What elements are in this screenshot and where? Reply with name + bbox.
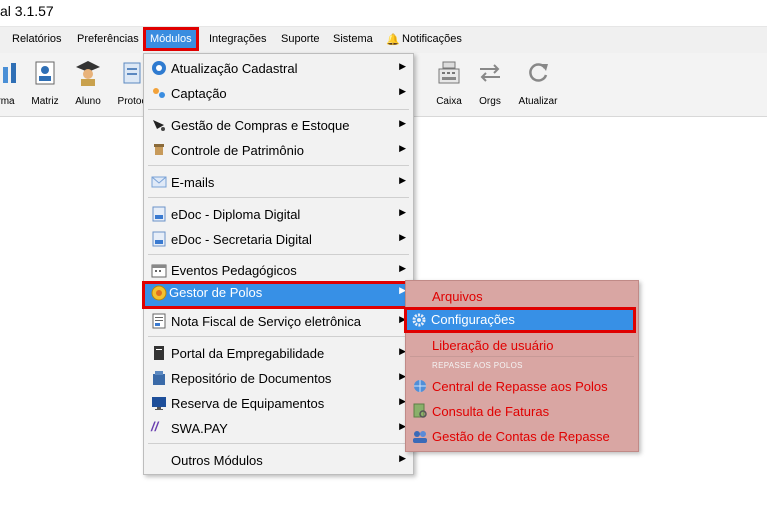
menu-preferencias[interactable]: Preferências <box>77 33 139 45</box>
menu-item-reserva-equipamentos[interactable]: Reserva de Equipamentos ▶ <box>144 392 413 414</box>
gestor-polos-submenu: Arquivos Configurações Liberação de usuá… <box>404 280 639 452</box>
transfer-arrows-icon <box>480 64 500 82</box>
submenu-item-consulta-faturas[interactable]: Consulta de Faturas <box>406 399 638 421</box>
submenu-item-liberacao-usuario[interactable]: Liberação de usuário <box>406 333 638 355</box>
submenu-item-configuracoes[interactable]: Configurações <box>404 307 636 333</box>
swapay-icon: // <box>151 419 159 434</box>
menu-notificacoes[interactable]: Notificações <box>402 33 462 45</box>
window-title: al 3.1.57 <box>0 3 54 19</box>
menu-separator <box>410 356 634 357</box>
menu-separator <box>148 443 409 444</box>
gestor-polos-icon <box>151 285 167 301</box>
profile-update-icon <box>152 61 166 75</box>
invoice-search-icon <box>413 403 427 418</box>
chart-icon <box>3 63 16 83</box>
chevron-right-icon: ▶ <box>399 453 406 463</box>
invoice-icon <box>152 313 166 329</box>
globe-icon <box>414 380 426 392</box>
menu-separator <box>148 254 409 255</box>
toolbar-orgs-button[interactable]: Orgs <box>468 59 512 107</box>
menu-item-swa-pay[interactable]: // SWA.PAY ▶ <box>144 417 413 439</box>
purchase-icon <box>153 120 165 131</box>
menu-separator <box>148 165 409 166</box>
menu-sistema[interactable]: Sistema <box>333 33 373 45</box>
users-icon <box>413 431 427 443</box>
menu-item-gestao-compras[interactable]: Gestão de Compras e Estoque ▶ <box>144 114 413 136</box>
chevron-right-icon: ▶ <box>399 263 406 273</box>
gear-icon <box>412 313 426 327</box>
chevron-right-icon: ▶ <box>399 86 406 96</box>
chevron-right-icon: ▶ <box>399 143 406 153</box>
menu-item-edoc-diploma[interactable]: eDoc - Diploma Digital ▶ <box>144 203 413 225</box>
menu-item-edoc-secretaria[interactable]: eDoc - Secretaria Digital ▶ <box>144 228 413 250</box>
monitor-icon <box>152 397 166 410</box>
capture-icon <box>153 88 165 98</box>
toolbar-atualizar-button[interactable]: Atualizar <box>516 59 560 107</box>
email-icon <box>151 176 167 188</box>
cash-register-icon <box>438 61 460 84</box>
menu-item-repositorio-documentos[interactable]: Repositório de Documentos ▶ <box>144 367 413 389</box>
protocol-icon <box>123 62 141 84</box>
refresh-icon <box>529 63 548 82</box>
menu-modulos[interactable]: Módulos <box>143 27 199 51</box>
menu-separator <box>148 197 409 198</box>
menu-bar: Relatórios Preferências Módulos Integraç… <box>0 27 767 53</box>
chevron-right-icon: ▶ <box>399 207 406 217</box>
menu-item-atualizacao-cadastral[interactable]: Atualização Cadastral ▶ <box>144 57 413 79</box>
document-user-icon <box>35 61 55 85</box>
menu-item-outros-modulos[interactable]: Outros Módulos ▶ <box>144 449 413 471</box>
submenu-item-central-repasse[interactable]: Central de Repasse aos Polos <box>406 374 638 396</box>
menu-item-nota-fiscal[interactable]: Nota Fiscal de Serviço eletrônica ▶ <box>144 310 413 332</box>
submenu-item-arquivos[interactable]: Arquivos <box>406 284 638 306</box>
toolbar-caixa-button[interactable]: Caixa <box>427 59 471 107</box>
title-bar: al 3.1.57 <box>0 0 767 27</box>
menu-item-emails[interactable]: E-mails ▶ <box>144 171 413 193</box>
portal-icon <box>154 346 164 360</box>
edoc-icon <box>152 206 166 222</box>
calendar-icon <box>151 264 167 278</box>
menu-relatorios[interactable]: Relatórios <box>12 33 62 45</box>
chevron-right-icon: ▶ <box>399 232 406 242</box>
chevron-right-icon: ▶ <box>399 118 406 128</box>
chevron-right-icon: ▶ <box>399 175 406 185</box>
submenu-item-gestao-contas-repasse[interactable]: Gestão de Contas de Repasse <box>406 424 638 446</box>
menu-item-eventos-pedagogicos[interactable]: Eventos Pedagógicos ▶ <box>144 259 413 281</box>
menu-item-controle-patrimonio[interactable]: Controle de Patrimônio ▶ <box>144 139 413 161</box>
menu-suporte[interactable]: Suporte <box>281 33 320 45</box>
menu-separator <box>148 336 409 337</box>
student-icon <box>76 61 100 86</box>
menu-item-portal-empregabilidade[interactable]: Portal da Empregabilidade ▶ <box>144 342 413 364</box>
repository-icon <box>153 371 165 385</box>
toolbar-aluno-button[interactable]: Aluno <box>66 59 110 107</box>
toolbar-matriz-button[interactable]: Matriz <box>23 59 67 107</box>
patrimony-icon <box>154 144 164 155</box>
edoc-icon <box>152 231 166 247</box>
menu-item-gestor-polos[interactable]: Gestor de Polos ▶ <box>142 281 414 309</box>
modulos-dropdown: Atualização Cadastral ▶ Captação ▶ Gestã… <box>142 53 414 475</box>
menu-integracoes[interactable]: Integrações <box>209 33 266 45</box>
bell-icon[interactable]: 🔔 <box>386 33 400 46</box>
menu-item-captacao[interactable]: Captação ▶ <box>144 82 413 104</box>
section-header-repasse: REPASSE AOS POLOS <box>432 361 523 370</box>
menu-separator <box>148 109 409 110</box>
chevron-right-icon: ▶ <box>399 61 406 71</box>
